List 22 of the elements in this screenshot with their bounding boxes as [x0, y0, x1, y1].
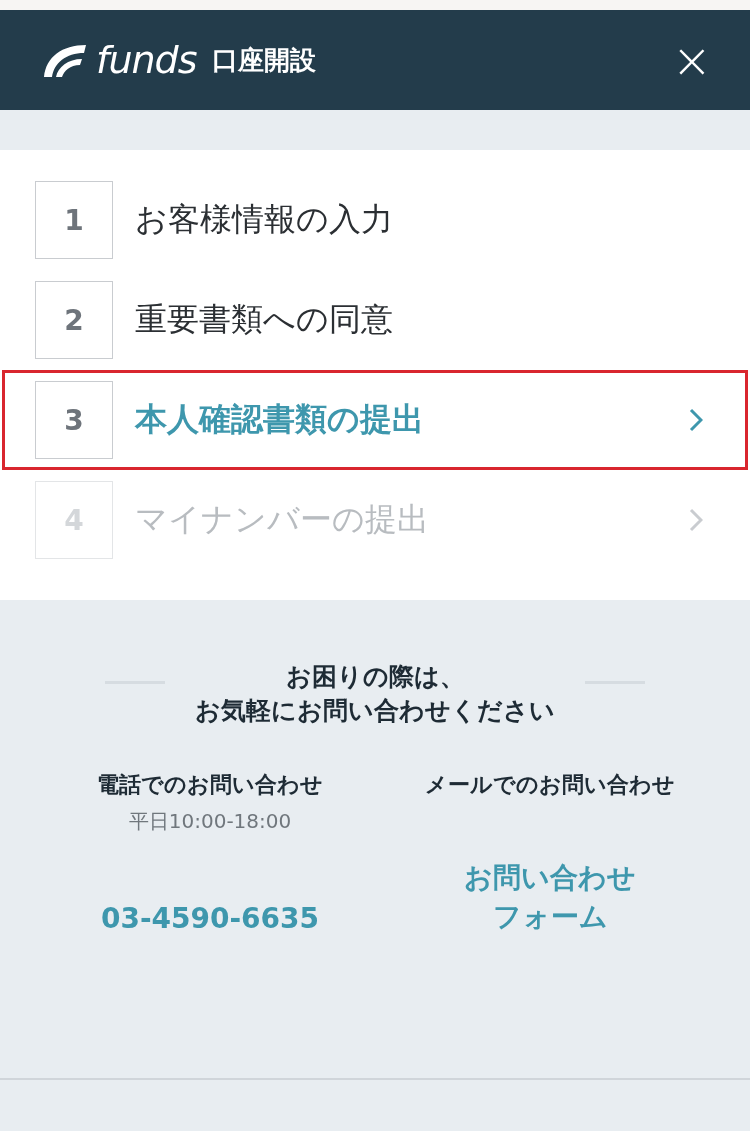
contact-title: 電話でのお問い合わせ	[97, 770, 323, 799]
chevron-icon	[689, 508, 703, 532]
step-row[interactable]: 1 お客様情報の入力	[2, 170, 748, 270]
step-label: お客様情報の入力	[135, 199, 393, 240]
step-label: マイナンバーの提出	[135, 499, 429, 540]
help-heading: お困りの際は、 お気軽にお問い合わせください	[195, 661, 555, 727]
logo-icon	[42, 43, 88, 77]
step-label: 重要書類への同意	[135, 299, 393, 340]
step-number: 1	[35, 181, 113, 259]
contact-title: メールでのお問い合わせ	[425, 770, 675, 799]
contact-form-link[interactable]: お問い合わせ フォーム	[464, 857, 636, 936]
logo-text: funds	[96, 38, 197, 82]
header-title: 口座開設	[212, 43, 317, 77]
step-row[interactable]: 2 重要書類への同意	[2, 270, 748, 370]
highlight-frame[interactable]: 3 本人確認書類の提出	[2, 370, 748, 470]
chevron-icon	[689, 408, 703, 432]
business-hours: 平日10:00-18:00	[128, 807, 292, 835]
close-button[interactable]: ×	[671, 36, 712, 84]
step-number: 3	[35, 381, 113, 459]
phone-link[interactable]: 03-4590-6635	[100, 898, 320, 938]
step-label: 本人確認書類の提出	[135, 399, 424, 440]
step-number: 2	[35, 281, 113, 359]
